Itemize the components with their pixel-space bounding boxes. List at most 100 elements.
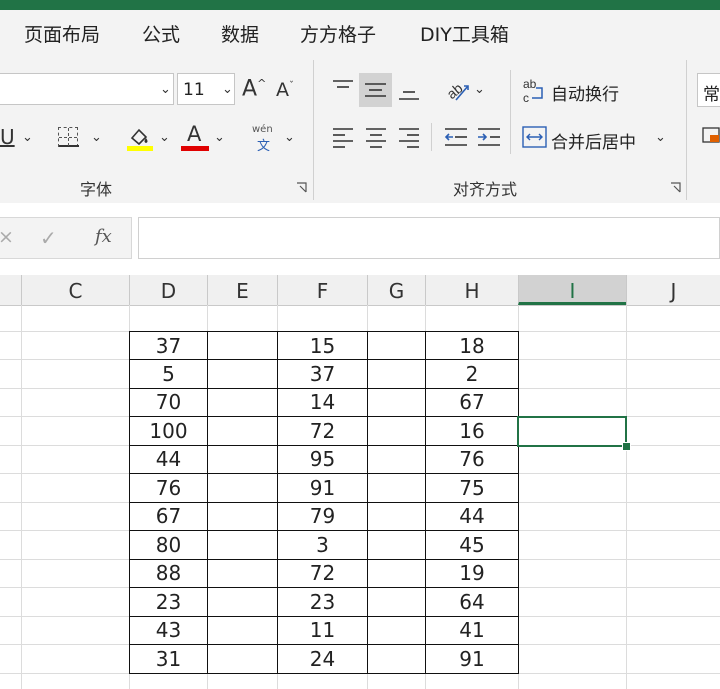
align-top-icon[interactable]: [331, 76, 355, 102]
align-right-icon[interactable]: [397, 125, 421, 149]
fill-handle[interactable]: [622, 442, 631, 451]
cell-g[interactable]: [367, 615, 426, 645]
confirm-icon[interactable]: ✓: [40, 226, 57, 250]
cell-g[interactable]: [367, 473, 426, 503]
orientation-dropdown-icon[interactable]: ⌄: [474, 82, 485, 97]
cancel-icon[interactable]: ×: [0, 226, 14, 248]
underline-dropdown-icon[interactable]: ⌄: [22, 130, 33, 145]
font-size-dropdown-icon[interactable]: ⌄: [222, 82, 233, 97]
cell-f[interactable]: 95: [277, 444, 368, 474]
number-format-combobox[interactable]: 常: [697, 73, 720, 107]
border-icon[interactable]: [58, 127, 79, 147]
cell-f[interactable]: 24: [277, 644, 368, 674]
cell-e[interactable]: [207, 473, 278, 503]
tab-diy-toolbox[interactable]: DIY工具箱: [420, 20, 509, 47]
cell-e[interactable]: [207, 444, 278, 474]
cell-e[interactable]: [207, 331, 278, 360]
font-color-dropdown-icon[interactable]: ⌄: [214, 130, 225, 145]
cell-g[interactable]: [367, 530, 426, 560]
merge-center-button[interactable]: 合并后居中: [522, 124, 672, 154]
merge-center-dropdown-icon[interactable]: ⌄: [655, 130, 666, 145]
orientation-icon[interactable]: ab: [442, 76, 472, 104]
align-left-icon[interactable]: [331, 125, 355, 149]
cell-d[interactable]: 76: [129, 473, 208, 503]
font-name-combobox[interactable]: [0, 73, 174, 105]
cell-g[interactable]: [367, 444, 426, 474]
cell-h[interactable]: 91: [425, 644, 519, 674]
cell-f[interactable]: 14: [277, 387, 368, 417]
font-dialog-launcher-icon[interactable]: [296, 182, 307, 193]
fill-color-dropdown-icon[interactable]: ⌄: [159, 130, 170, 145]
cell-d[interactable]: 88: [129, 558, 208, 588]
cell-e[interactable]: [207, 558, 278, 588]
cell-d[interactable]: 5: [129, 359, 208, 389]
cell-h[interactable]: 19: [425, 558, 519, 588]
cell-f[interactable]: 11: [277, 615, 368, 645]
cell-e[interactable]: [207, 416, 278, 446]
cell-g[interactable]: [367, 587, 426, 617]
column-header-j[interactable]: J: [626, 275, 720, 305]
shrink-font-icon[interactable]: Aˇ: [276, 81, 294, 100]
cell-h[interactable]: 45: [425, 530, 519, 560]
cell-f[interactable]: 37: [277, 359, 368, 389]
font-color-icon[interactable]: A: [181, 122, 209, 152]
cell-f[interactable]: 23: [277, 587, 368, 617]
cell-d[interactable]: 100: [129, 416, 208, 446]
increase-indent-icon[interactable]: [476, 125, 502, 149]
cell-g[interactable]: [367, 387, 426, 417]
grow-font-icon[interactable]: A^: [242, 78, 266, 100]
cell-f[interactable]: 79: [277, 501, 368, 531]
cell-d[interactable]: 37: [129, 331, 208, 360]
cell-f[interactable]: 91: [277, 473, 368, 503]
tab-formulas[interactable]: 公式: [142, 20, 180, 47]
active-cell[interactable]: [517, 416, 627, 447]
cell-h[interactable]: 76: [425, 444, 519, 474]
cell-g[interactable]: [367, 416, 426, 446]
cell-e[interactable]: [207, 587, 278, 617]
column-header-f[interactable]: F: [277, 275, 367, 305]
fill-color-icon[interactable]: [126, 124, 154, 152]
cell-h[interactable]: 41: [425, 615, 519, 645]
cell-g[interactable]: [367, 501, 426, 531]
tab-page-layout[interactable]: 页面布局: [24, 20, 100, 47]
column-header-c[interactable]: C: [21, 275, 129, 305]
decrease-indent-icon[interactable]: [443, 125, 469, 149]
cell-e[interactable]: [207, 530, 278, 560]
cell-e[interactable]: [207, 359, 278, 389]
cell-h[interactable]: 64: [425, 587, 519, 617]
cell-h[interactable]: 67: [425, 387, 519, 417]
align-middle-button[interactable]: [359, 73, 392, 107]
underline-icon[interactable]: U: [0, 127, 15, 147]
cell-f[interactable]: 72: [277, 416, 368, 446]
cell-f[interactable]: 15: [277, 331, 368, 360]
cell-g[interactable]: [367, 558, 426, 588]
column-header-e[interactable]: E: [207, 275, 277, 305]
cell-e[interactable]: [207, 387, 278, 417]
cell-d[interactable]: 80: [129, 530, 208, 560]
phonetic-dropdown-icon[interactable]: ⌄: [284, 130, 295, 145]
tab-data[interactable]: 数据: [221, 20, 259, 47]
cell-f[interactable]: 72: [277, 558, 368, 588]
conditional-format-icon[interactable]: [702, 126, 720, 148]
wrap-text-button[interactable]: ab c 自动换行: [522, 76, 632, 106]
cell-h[interactable]: 2: [425, 359, 519, 389]
cell-g[interactable]: [367, 644, 426, 674]
cell-h[interactable]: 18: [425, 331, 519, 360]
cell-g[interactable]: [367, 359, 426, 389]
cell-f[interactable]: 3: [277, 530, 368, 560]
formula-input[interactable]: [138, 217, 720, 259]
cell-e[interactable]: [207, 615, 278, 645]
tab-ffcell[interactable]: 方方格子: [300, 20, 376, 47]
cell-d[interactable]: 67: [129, 501, 208, 531]
cell-d[interactable]: 44: [129, 444, 208, 474]
cell-d[interactable]: 43: [129, 615, 208, 645]
font-name-dropdown-icon[interactable]: ⌄: [160, 82, 171, 97]
phonetic-icon[interactable]: wén 文: [250, 124, 278, 154]
cell-e[interactable]: [207, 644, 278, 674]
column-header-g[interactable]: G: [367, 275, 425, 305]
cell-d[interactable]: 70: [129, 387, 208, 417]
cell-g[interactable]: [367, 331, 426, 360]
insert-function-icon[interactable]: fx: [95, 226, 112, 247]
cell-h[interactable]: 16: [425, 416, 519, 446]
column-header-i[interactable]: I: [518, 275, 626, 305]
